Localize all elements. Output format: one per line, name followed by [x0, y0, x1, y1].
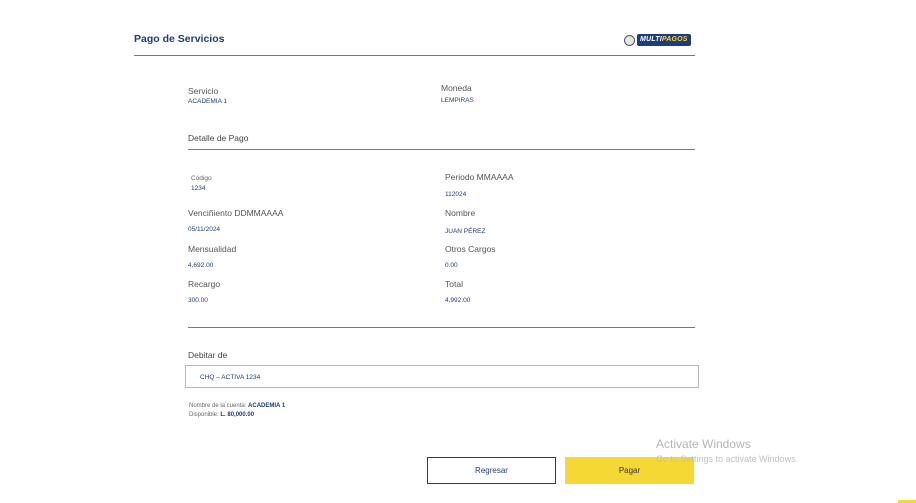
- activation-watermark-subtitle: Go to Settings to activate Windows.: [656, 454, 799, 464]
- codigo-value: 1234: [191, 185, 206, 192]
- debit-account-select[interactable]: [185, 365, 699, 388]
- debit-label: Debitar de: [188, 350, 228, 360]
- otros-value: 0.00: [445, 262, 458, 269]
- detail-divider: [188, 149, 695, 150]
- page-title: Pago de Servicios: [134, 33, 225, 45]
- debit-account-value: CHQ – ACTIVA 1234: [200, 374, 261, 381]
- coin-icon: [624, 34, 635, 46]
- mensualidad-label: Mensualidad: [188, 244, 237, 254]
- logo-mark: MULTIPAGOS: [637, 34, 691, 46]
- codigo-label: Código: [191, 175, 212, 182]
- periodo-value: 112024: [445, 191, 467, 198]
- account-name-note: Nombre de la cuenta: ACADEMIA 1: [189, 403, 286, 409]
- mensualidad-value: 4,692.00: [188, 262, 214, 269]
- multipagos-logo: MULTIPAGOS: [624, 33, 694, 47]
- otros-label: Otros Cargos: [445, 244, 496, 254]
- nombre-value: JUAN PÉREZ: [445, 228, 486, 235]
- header-divider: [134, 55, 695, 56]
- activation-watermark-title: Activate Windows: [656, 437, 751, 451]
- vencimiento-value: 05/11/2024: [188, 226, 221, 233]
- nombre-label: Nombre: [445, 208, 476, 218]
- vencimiento-label: Venciñiento DDMMAAAA: [188, 208, 284, 218]
- recargo-value: 300.00: [188, 297, 208, 304]
- available-balance-note: Disponible: L. 80,000.00: [189, 412, 255, 418]
- service-value: ACADEMIA 1: [188, 98, 228, 105]
- total-value: 4,992.00: [445, 297, 471, 304]
- back-button[interactable]: Regresar: [427, 457, 556, 484]
- total-label: Total: [445, 279, 463, 289]
- recargo-label: Recargo: [188, 279, 221, 289]
- currency-label: Moneda: [441, 83, 472, 93]
- detail-bottom-divider: [188, 327, 695, 328]
- detail-heading: Detalle de Pago: [188, 133, 249, 143]
- service-label: Servicio: [188, 86, 219, 96]
- currency-value: LEMPIRAS: [441, 97, 474, 104]
- periodo-label: Periodo MMAAAA: [445, 172, 514, 182]
